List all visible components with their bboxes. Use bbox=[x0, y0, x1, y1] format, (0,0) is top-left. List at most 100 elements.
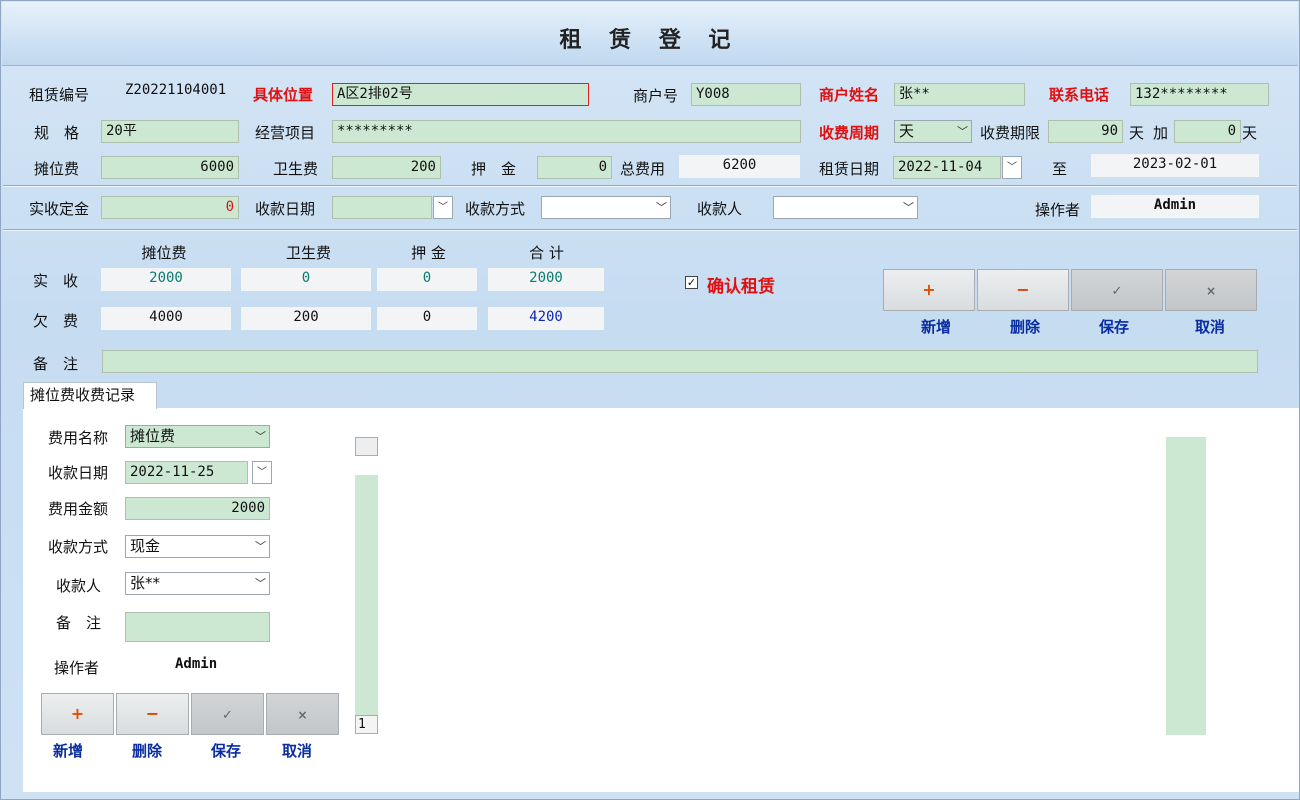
business-label: 经营项目 bbox=[255, 124, 316, 142]
tab-booth-fee-records[interactable]: 摊位费收费记录 bbox=[23, 382, 157, 409]
divider-highlight bbox=[3, 186, 1297, 187]
record-operator-value: Admin bbox=[175, 656, 218, 672]
record-payee-select[interactable]: 张** ﹀ bbox=[125, 572, 270, 595]
owed-total: 4200 bbox=[488, 307, 604, 330]
sanitation-fee-input[interactable]: 200 bbox=[332, 156, 441, 179]
received-deposit-input[interactable]: 0 bbox=[101, 196, 239, 219]
fee-name-select[interactable]: 摊位费 ﹀ bbox=[125, 425, 270, 448]
record-method-select[interactable]: 现金 ﹀ bbox=[125, 535, 270, 558]
charge-cycle-value: 天 bbox=[899, 122, 915, 140]
checkbox-checked-icon[interactable]: ✓ bbox=[685, 276, 698, 289]
charge-cycle-select[interactable]: 天 ﹀ bbox=[894, 120, 972, 143]
business-input[interactable]: ********* bbox=[332, 120, 801, 143]
close-icon: × bbox=[297, 708, 308, 722]
chevron-down-icon: ﹀ bbox=[255, 540, 266, 553]
received-deposit-label: 实收定金 bbox=[29, 200, 90, 218]
chevron-down-icon: ﹀ bbox=[255, 430, 266, 443]
record-add-label[interactable]: 新增 bbox=[53, 740, 83, 761]
record-method-label: 收款方式 bbox=[48, 538, 109, 556]
location-label: 具体位置 bbox=[253, 86, 314, 104]
sanitation-fee-label: 卫生费 bbox=[273, 160, 319, 178]
record-save-button[interactable]: ✓ bbox=[191, 693, 264, 735]
cancel-button[interactable]: × bbox=[1165, 269, 1257, 311]
deposit-label: 押 金 bbox=[471, 160, 517, 178]
check-icon: ✓ bbox=[222, 708, 233, 723]
operator-value: Admin bbox=[1091, 195, 1259, 218]
record-remark-input[interactable] bbox=[125, 612, 270, 642]
check-icon: ✓ bbox=[1111, 284, 1123, 299]
payment-method-select[interactable]: ﹀ bbox=[541, 196, 671, 219]
record-delete-button[interactable]: − bbox=[116, 693, 189, 735]
minus-icon: − bbox=[145, 704, 160, 723]
record-add-button[interactable]: + bbox=[41, 693, 114, 735]
payment-date-input[interactable] bbox=[332, 196, 432, 219]
record-pay-date-input[interactable]: 2022-11-25 bbox=[125, 461, 248, 484]
owed-row-label: 欠 费 bbox=[33, 312, 79, 330]
remark-input[interactable] bbox=[102, 350, 1258, 373]
location-input[interactable]: A区2排02号 bbox=[332, 83, 589, 106]
summary-header-booth: 摊位费 bbox=[141, 244, 187, 262]
booth-fee-label: 摊位费 bbox=[34, 160, 80, 178]
date-picker-button[interactable]: ﹀ bbox=[1002, 156, 1022, 179]
record-cancel-label[interactable]: 取消 bbox=[282, 740, 312, 761]
confirm-rental-label[interactable]: 确认租赁 bbox=[707, 272, 775, 297]
rent-date-input[interactable]: 2022-11-04 bbox=[893, 156, 1001, 179]
grid-column-highlight bbox=[1166, 437, 1206, 735]
save-button-label[interactable]: 保存 bbox=[1099, 316, 1129, 337]
payment-date-label: 收款日期 bbox=[255, 200, 316, 218]
cancel-button-label[interactable]: 取消 bbox=[1195, 316, 1225, 337]
merchant-name-input[interactable]: 张** bbox=[894, 83, 1025, 106]
record-date-picker-button[interactable]: ﹀ bbox=[252, 461, 272, 484]
record-save-label[interactable]: 保存 bbox=[211, 740, 241, 761]
period-day-unit: 天 bbox=[1129, 124, 1145, 142]
grid-row-header-column bbox=[355, 475, 378, 715]
phone-input[interactable]: 132******** bbox=[1130, 83, 1269, 106]
save-button[interactable]: ✓ bbox=[1071, 269, 1163, 311]
record-operator-label: 操作者 bbox=[54, 659, 100, 677]
chevron-down-icon: ﹀ bbox=[656, 201, 667, 214]
charge-period-label: 收费期限 bbox=[980, 124, 1041, 142]
page-title: 租 赁 登 记 bbox=[559, 27, 741, 53]
close-icon: × bbox=[1205, 284, 1217, 298]
minus-icon: − bbox=[1016, 280, 1030, 299]
payment-method-label: 收款方式 bbox=[465, 200, 526, 218]
payee-select[interactable]: ﹀ bbox=[773, 196, 918, 219]
merchant-no-label: 商户号 bbox=[633, 87, 679, 105]
to-label: 至 bbox=[1052, 160, 1068, 178]
received-sanitation: 0 bbox=[241, 268, 371, 291]
rent-date-label: 租赁日期 bbox=[819, 160, 880, 178]
extra-days-input[interactable]: 0 bbox=[1174, 120, 1241, 143]
add-button[interactable]: + bbox=[883, 269, 975, 311]
rental-registration-window: 租 赁 登 记 租赁编号 Z20221104001 具体位置 A区2排02号 商… bbox=[0, 0, 1300, 800]
merchant-no-input[interactable]: Y008 bbox=[691, 83, 801, 106]
total-fee-value: 6200 bbox=[679, 155, 800, 178]
grid-corner-header[interactable] bbox=[355, 437, 378, 456]
record-cancel-button[interactable]: × bbox=[266, 693, 339, 735]
delete-button-label[interactable]: 删除 bbox=[1010, 316, 1040, 337]
summary-header-sanitation: 卫生费 bbox=[285, 244, 331, 262]
operator-label: 操作者 bbox=[1035, 201, 1081, 219]
plus-icon: + bbox=[70, 704, 85, 723]
record-payee-value: 张** bbox=[130, 574, 161, 592]
record-payee-label: 收款人 bbox=[56, 577, 102, 595]
add-button-label[interactable]: 新增 bbox=[921, 316, 951, 337]
summary-header-total: 合 计 bbox=[529, 244, 564, 262]
record-remark-label: 备 注 bbox=[56, 614, 102, 632]
spec-input[interactable]: 20平 bbox=[101, 120, 239, 143]
charge-period-input[interactable]: 90 bbox=[1048, 120, 1123, 143]
booth-fee-input[interactable]: 6000 bbox=[101, 156, 239, 179]
payee-label: 收款人 bbox=[697, 200, 743, 218]
record-delete-label[interactable]: 删除 bbox=[132, 740, 162, 761]
title-bar: 租 赁 登 记 bbox=[2, 2, 1298, 66]
remark-label: 备 注 bbox=[33, 355, 79, 373]
deposit-input[interactable]: 0 bbox=[537, 156, 612, 179]
rental-no-label: 租赁编号 bbox=[29, 86, 90, 104]
delete-button[interactable]: − bbox=[977, 269, 1069, 311]
phone-label: 联系电话 bbox=[1049, 86, 1110, 104]
owed-sanitation: 200 bbox=[241, 307, 371, 330]
payment-date-picker-button[interactable]: ﹀ bbox=[433, 196, 453, 219]
fee-name-value: 摊位费 bbox=[130, 427, 176, 445]
grid-row-number[interactable]: 1 bbox=[355, 715, 378, 734]
fee-amount-input[interactable]: 2000 bbox=[125, 497, 270, 520]
merchant-name-label: 商户姓名 bbox=[819, 86, 880, 104]
